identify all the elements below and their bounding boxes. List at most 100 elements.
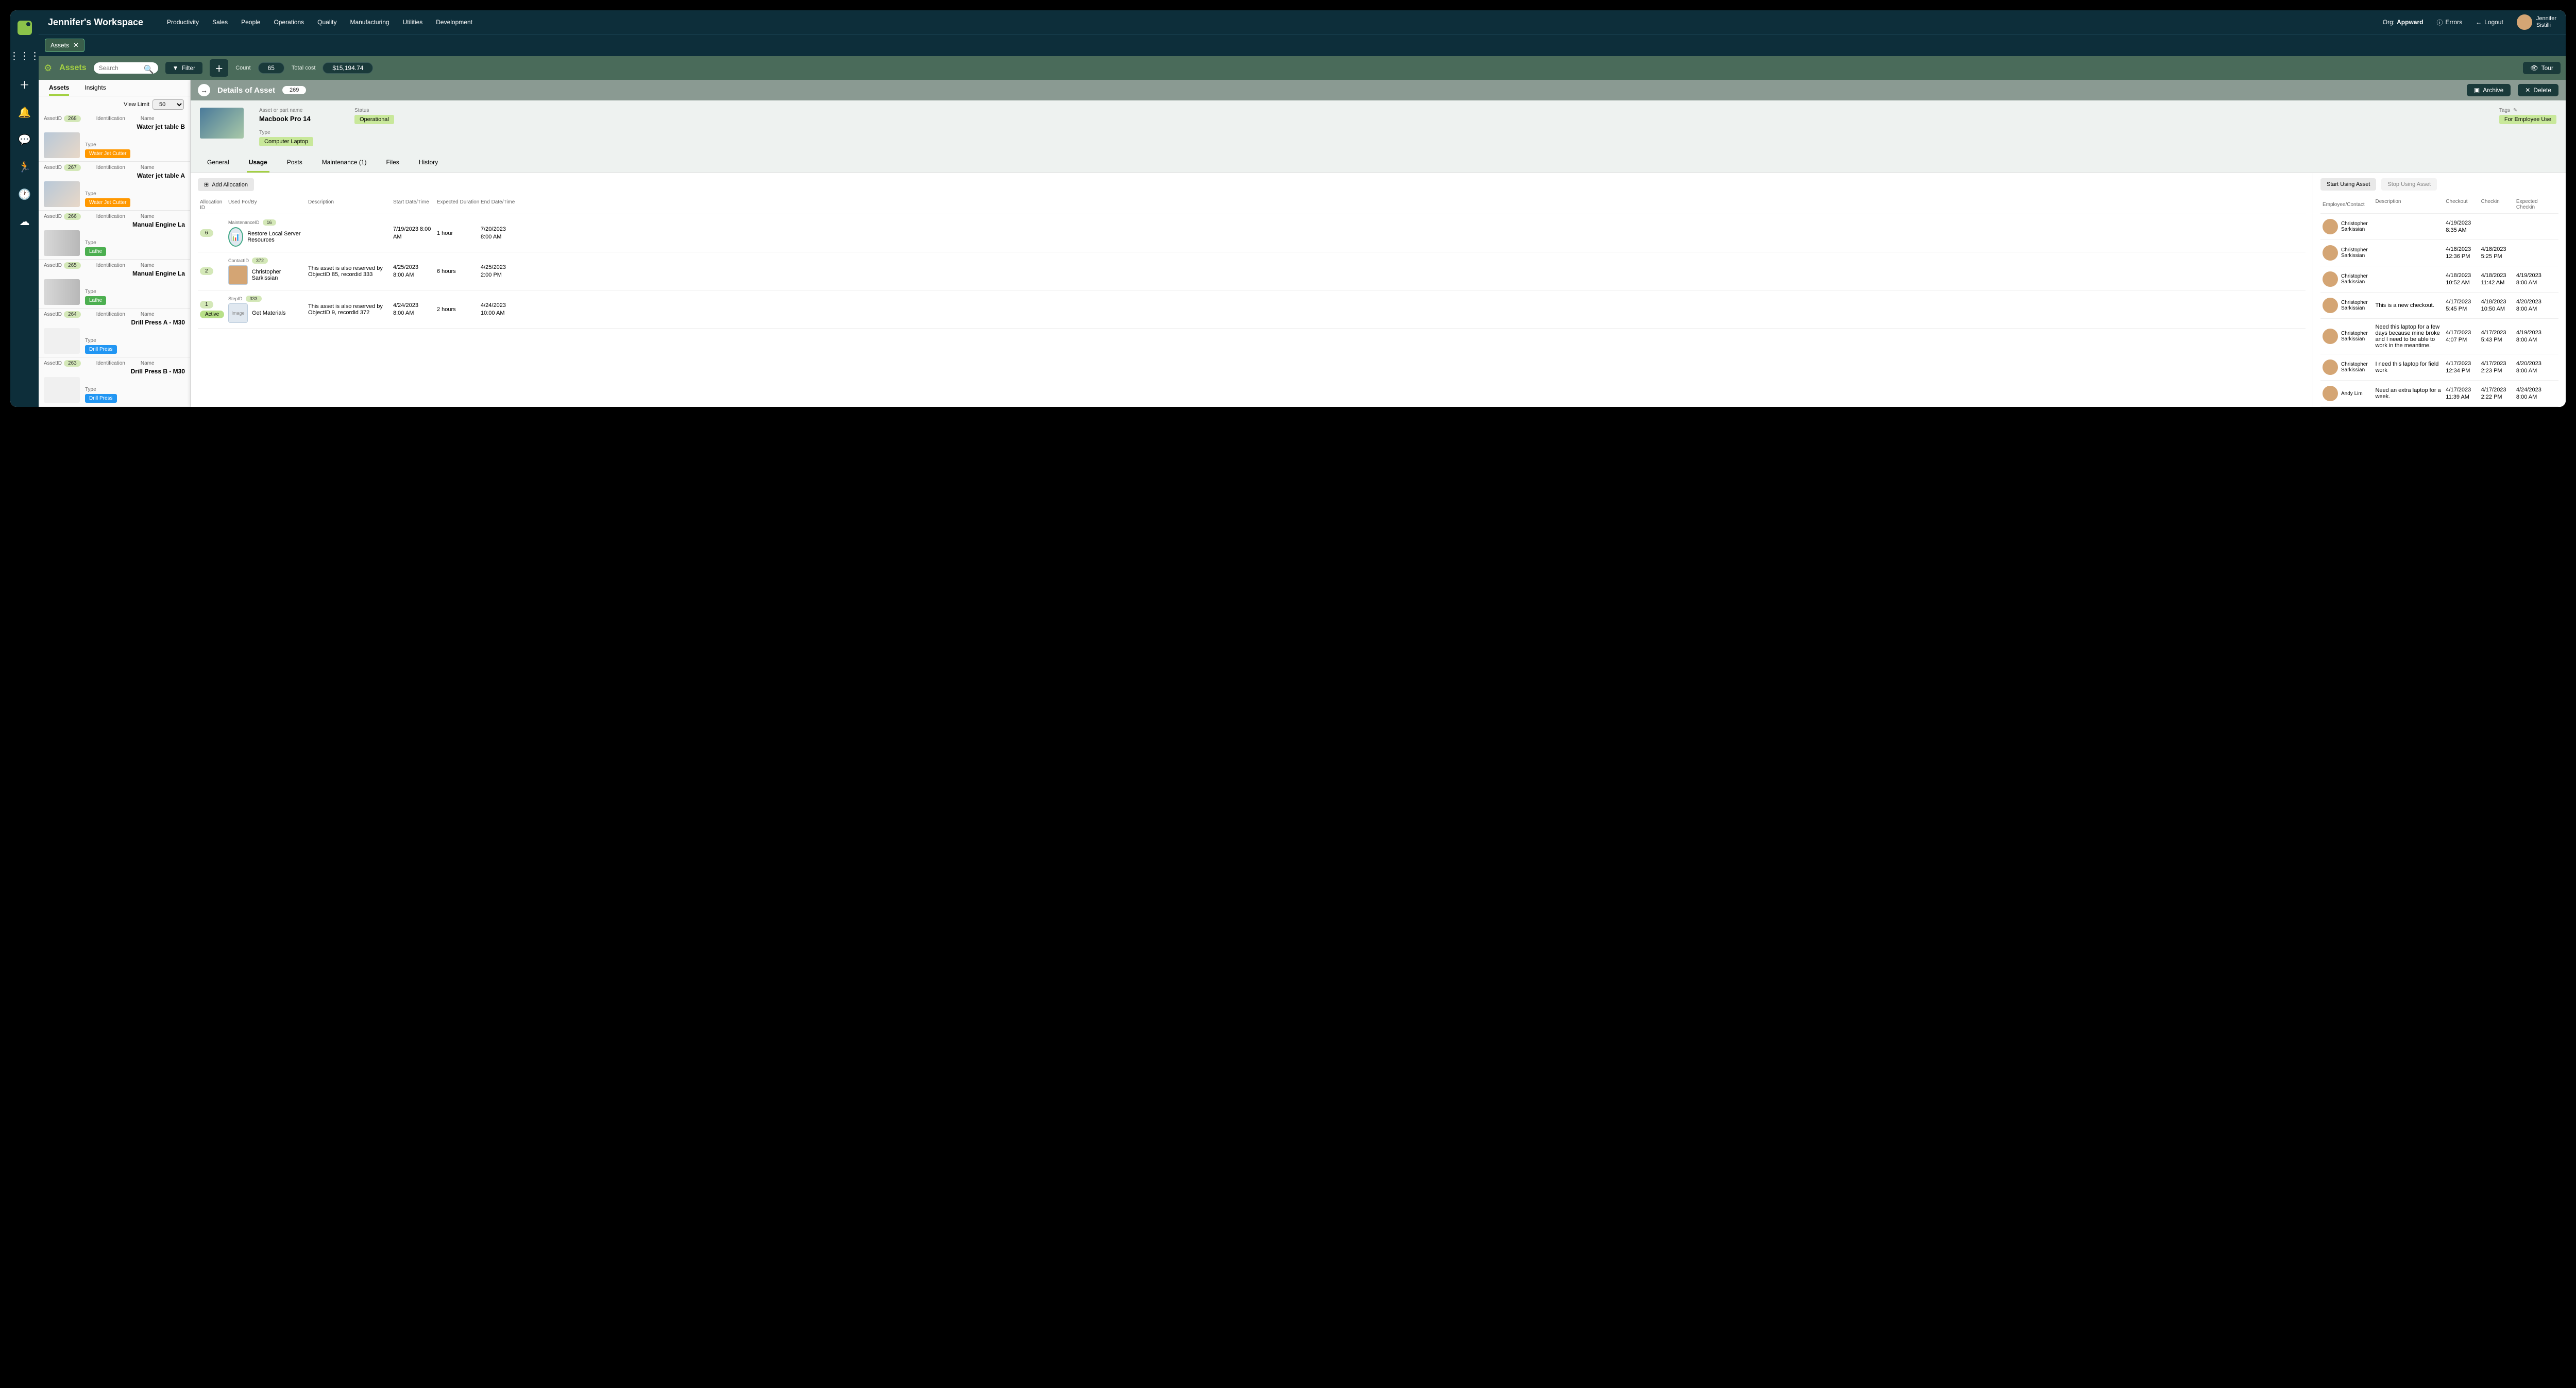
employee-avatar	[2323, 219, 2338, 234]
usage-row[interactable]: Christopher Sarkissian This is a new che…	[2320, 293, 2558, 319]
employee-avatar	[2323, 329, 2338, 344]
dtab-general[interactable]: General	[205, 153, 231, 173]
usage-row[interactable]: Andy Lim Need an extra laptop for a week…	[2320, 381, 2558, 407]
allocation-row[interactable]: 2 ContactID372 Christopher Sarkissian Th…	[198, 252, 2306, 290]
dtab-history[interactable]: History	[417, 153, 440, 173]
person-thumb	[228, 265, 248, 285]
nav-quality[interactable]: Quality	[317, 19, 336, 26]
arrow-left-icon: ←	[2476, 19, 2482, 26]
search-icon[interactable]: 🔍	[144, 64, 154, 75]
user-avatar	[2517, 14, 2532, 30]
tour-button[interactable]: 👁Tour	[2523, 62, 2561, 74]
server-icon: 📊	[228, 227, 243, 247]
employee-avatar	[2323, 271, 2338, 287]
tab-assets[interactable]: Assets	[49, 84, 69, 96]
nav-productivity[interactable]: Productivity	[167, 19, 199, 26]
asset-thumb	[44, 132, 80, 158]
allocation-row[interactable]: 1Active StepID333 ImageGet Materials Thi…	[198, 290, 2306, 329]
dtab-usage[interactable]: Usage	[247, 153, 269, 173]
clock-icon[interactable]: 🕐	[18, 188, 31, 201]
employee-avatar	[2323, 245, 2338, 261]
view-limit-label: View Limit	[124, 101, 149, 108]
count-label: Count	[235, 65, 250, 71]
count-value: 65	[258, 62, 284, 74]
archive-icon: ▣	[2474, 87, 2480, 94]
close-icon: ✕	[2525, 87, 2530, 94]
delete-button[interactable]: ✕Delete	[2518, 84, 2558, 96]
asset-card[interactable]: AssetID263IdentificationName Drill Press…	[39, 357, 190, 406]
info-icon: ⓘ	[2436, 18, 2443, 27]
usage-row[interactable]: Christopher Sarkissian Need this laptop …	[2320, 319, 2558, 354]
logout-button[interactable]: ←Logout	[2476, 19, 2503, 26]
asset-thumb	[44, 328, 80, 354]
view-limit-select[interactable]: 50	[152, 99, 184, 110]
dtab-files[interactable]: Files	[384, 153, 401, 173]
totalcost-label: Total cost	[292, 65, 315, 71]
org-label: Org:	[2383, 19, 2395, 26]
asset-card[interactable]: AssetID266IdentificationName Manual Engi…	[39, 211, 190, 260]
allocation-row[interactable]: 6 MaintenanceID16 📊Restore Local Server …	[198, 214, 2306, 252]
start-using-button[interactable]: Start Using Asset	[2320, 178, 2376, 191]
detail-id: 269	[282, 86, 306, 94]
workspace-title: Jennifer's Workspace	[48, 17, 143, 28]
back-icon[interactable]: →	[198, 84, 210, 96]
close-icon[interactable]: ✕	[73, 41, 79, 49]
app-logo	[18, 21, 32, 35]
filter-button[interactable]: ▼Filter	[165, 62, 203, 74]
usage-row[interactable]: Christopher Sarkissian 4/18/202310:52 AM…	[2320, 266, 2558, 293]
asset-status: Operational	[354, 115, 394, 124]
nav-operations[interactable]: Operations	[274, 19, 304, 26]
employee-avatar	[2323, 298, 2338, 313]
asset-thumb	[44, 181, 80, 207]
asset-card[interactable]: AssetID264IdentificationName Drill Press…	[39, 309, 190, 357]
employee-avatar	[2323, 386, 2338, 401]
filter-icon: ▼	[173, 64, 179, 72]
edit-icon[interactable]: ✎	[2513, 108, 2517, 113]
user-menu[interactable]: JenniferSistilli	[2517, 14, 2556, 30]
image-thumb: Image	[228, 303, 248, 323]
tab-chip-assets[interactable]: Assets ✕	[45, 39, 84, 52]
usage-row[interactable]: Christopher Sarkissian I need this lapto…	[2320, 354, 2558, 381]
org-value: Appward	[2397, 19, 2423, 26]
assets-toolbar: ⚙ Assets 🔍 ▼Filter ＋ Count 65 Total cost…	[39, 56, 2566, 80]
tab-insights[interactable]: Insights	[84, 84, 106, 96]
asset-card[interactable]: AssetID267IdentificationName Water jet t…	[39, 162, 190, 211]
add-button[interactable]: ＋	[210, 59, 228, 77]
toolbar-title: Assets	[59, 63, 86, 73]
employee-avatar	[2323, 359, 2338, 375]
add-allocation-button[interactable]: ⊞Add Allocation	[198, 178, 254, 191]
nav-development[interactable]: Development	[436, 19, 472, 26]
errors-button[interactable]: ⓘErrors	[2436, 18, 2462, 27]
cloud-icon[interactable]: ☁	[20, 215, 30, 228]
nav-utilities[interactable]: Utilities	[403, 19, 423, 26]
archive-button[interactable]: ▣Archive	[2467, 84, 2511, 96]
dtab-maintenance[interactable]: Maintenance (1)	[320, 153, 369, 173]
gear-icon[interactable]: ⚙	[44, 63, 52, 74]
nav-manufacturing[interactable]: Manufacturing	[350, 19, 389, 26]
bell-icon[interactable]: 🔔	[18, 106, 31, 119]
plus-icon[interactable]: ＋	[20, 77, 30, 92]
nav-people[interactable]: People	[241, 19, 260, 26]
asset-thumb	[44, 230, 80, 256]
eye-icon: 👁	[2530, 64, 2538, 72]
asset-card[interactable]: AssetID268IdentificationName Water jet t…	[39, 113, 190, 162]
asset-thumb	[44, 377, 80, 403]
asset-card[interactable]: AssetID265IdentificationName Manual Engi…	[39, 260, 190, 309]
asset-list: AssetID268IdentificationName Water jet t…	[39, 113, 190, 407]
asset-thumb	[44, 279, 80, 305]
asset-image	[200, 108, 244, 139]
usage-row[interactable]: Christopher Sarkissian 4/18/202312:36 PM…	[2320, 240, 2558, 266]
vertical-sidebar: ⋮⋮⋮ ＋ 🔔 💬 🏃 🕐 ☁	[10, 10, 39, 407]
asset-type: Computer Laptop	[259, 137, 313, 146]
chat-icon[interactable]: 💬	[18, 133, 31, 146]
usage-row[interactable]: Christopher Sarkissian 4/19/20238:35 AM	[2320, 214, 2558, 240]
totalcost-value: $15,194.74	[323, 62, 373, 74]
plus-box-icon: ⊞	[204, 181, 209, 188]
apps-icon[interactable]: ⋮⋮⋮	[10, 49, 40, 62]
asset-tag: For Employee Use	[2499, 115, 2556, 124]
asset-name: Macbook Pro 14	[259, 115, 313, 123]
dtab-posts[interactable]: Posts	[285, 153, 304, 173]
stop-using-button: Stop Using Asset	[2381, 178, 2437, 191]
run-icon[interactable]: 🏃	[18, 161, 31, 174]
nav-sales[interactable]: Sales	[212, 19, 228, 26]
